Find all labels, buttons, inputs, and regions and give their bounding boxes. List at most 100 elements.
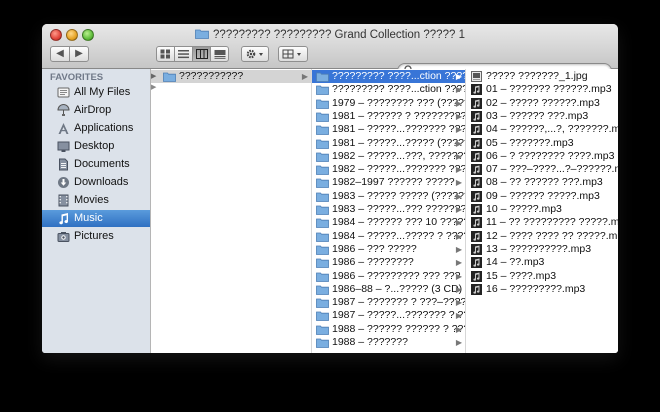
chevron-right-icon: ▶ [455,111,462,121]
list-item-audio-file[interactable]: 04 – ??????,...?, ???????.mp3 [466,123,618,136]
list-item-folder[interactable]: ▶ ??????????? ▶ [151,70,311,83]
folder-icon [316,205,329,215]
folder-icon [316,218,329,229]
icon-view-button[interactable] [156,46,175,62]
list-item-audio-file[interactable]: 14 – ??.mp3 [466,256,618,269]
column-view-button[interactable] [192,46,211,62]
music-icon [59,213,69,225]
applications-icon [58,123,69,134]
list-item-folder[interactable]: 1987 – ??????? ? ???–????? ▶ [312,296,465,309]
list-item-label: 1986 – ????????? ??? ??? [332,269,461,282]
list-item-label: 1986 – ???????? [332,256,414,269]
list-item-folder[interactable]: 1982 – ?????...??????? ???????▶ [312,163,465,176]
action-menu-button[interactable] [241,46,269,62]
back-button[interactable]: ◀ [50,46,70,62]
downloads-icon [58,177,69,188]
sidebar-item-applications[interactable]: Applications [42,120,150,137]
list-item-audio-file[interactable]: 07 – ???–????...?–??????.mp3 [466,163,618,176]
sidebar-item-label: Movies [74,194,109,206]
column-2[interactable]: ????????? ????...ction ????? 1▶?????????… [312,69,466,353]
list-item-folder[interactable]: 1982–1997 ?????? ????? ▶ [312,176,465,189]
list-item-folder[interactable]: 1986 – ????????? ??? ??? ▶ [312,270,465,283]
list-item-folder[interactable]: 1988 – ?????? ?????? ? ?????▶ [312,323,465,336]
sidebar-item-all-my-files[interactable]: All My Files [42,84,150,101]
list-item-audio-file[interactable]: 11 – ?? ????????? ?????.mp3 [466,216,618,229]
list-view-button[interactable] [174,46,193,62]
sidebar-item-label: Desktop [74,140,115,152]
list-item-audio-file[interactable]: 02 – ????? ??????.mp3 [466,97,618,110]
desktop-icon [57,141,70,152]
list-item-audio-file[interactable]: 13 – ??????????.mp3 [466,243,618,256]
list-item-label: 1983 – ?????...??? ?????????? [332,203,466,215]
list-item-folder[interactable]: ????????? ????...ction ????? 2▶ [312,83,465,96]
forward-button[interactable]: ▶ [69,46,89,62]
audio-file-icon [471,270,482,282]
sidebar-item-music[interactable]: Music [42,210,150,227]
all-files-icon [57,87,70,98]
list-item-folder[interactable]: 1981 – ?????? ? ????????????▶ [312,110,465,123]
list-item-folder[interactable]: 1986 – ???????? ▶ [312,256,465,269]
arrange-menu-button[interactable] [278,46,308,62]
icon-view-icon [160,49,170,59]
list-item-label: 09 – ?????? ?????.mp3 [486,189,600,202]
audio-file-icon [471,243,482,255]
list-item-folder[interactable]: 1984 – ?????...????? ? ???????▶ [312,230,465,243]
list-item-audio-file[interactable]: 09 – ?????? ?????.mp3 [466,190,618,203]
list-item-label: 04 – ??????,...?, ???????.mp3 [486,123,618,136]
list-item-audio-file[interactable]: 10 – ?????.mp3 [466,203,618,216]
folder-icon [316,178,329,189]
folder-icon [316,298,329,308]
folder-icon [316,139,329,149]
column-3[interactable]: ????? ???????_1.jpg 01 – ??????? ??????.m… [466,69,618,353]
list-item-label: 16 – ?????????.mp3 [486,282,586,295]
sidebar-item-movies[interactable]: Movies [42,192,150,209]
sidebar-item-downloads[interactable]: Downloads [42,174,150,191]
sidebar-item-label: All My Files [74,86,131,98]
sidebar-item-desktop[interactable]: Desktop [42,138,150,155]
sidebar-item-label: Music [74,212,103,224]
sidebar-item-documents[interactable]: Documents [42,156,150,173]
list-item-folder[interactable]: 1982 – ?????...???, ?????????)▶ [312,150,465,163]
list-item-audio-file[interactable]: 16 – ?????????.mp3 [466,283,618,296]
cover-flow-view-button[interactable] [210,46,229,62]
list-item-label: 06 – ? ???????? ????.mp3 [486,149,615,162]
folder-icon [163,72,176,82]
list-item-audio-file[interactable]: 03 – ?????? ???.mp3 [466,110,618,123]
disclosure-arrow-icon: ▶ [151,73,157,80]
list-item-folder[interactable]: 1986–88 – ?...????? (3 CD) ▶ [312,283,465,296]
chevron-right-icon: ▶ [455,98,462,108]
chevron-right-icon: ▶ [455,138,462,148]
audio-file-icon [471,257,482,269]
list-item-folder[interactable]: 1987 – ?????...??????? ? ????▶ [312,309,465,322]
list-item-folder[interactable]: 1984 – ?????? ??? 10 ?????? ▶ [312,216,465,229]
list-item-folder[interactable]: 1983 – ?????...??? ??????????▶ [312,203,465,216]
airdrop-icon [57,104,70,116]
list-item-audio-file[interactable]: 15 – ????.mp3 [466,270,618,283]
sidebar-item-pictures[interactable]: Pictures [42,228,150,245]
list-item-audio-file[interactable]: 12 – ???? ???? ?? ?????.mp3 [466,230,618,243]
list-item-folder[interactable]: ????????? ????...ction ????? 1▶ [312,70,465,83]
list-item-image-file[interactable]: ????? ???????_1.jpg [466,70,618,83]
list-item-audio-file[interactable]: 08 – ?? ?????? ???.mp3 [466,176,618,189]
sidebar-item-airdrop[interactable]: AirDrop [42,102,150,119]
list-item-label: 07 – ???–????...?–??????.mp3 [486,163,618,176]
folder-icon [316,99,329,109]
list-item-folder[interactable]: 1983 – ????? ????? (??????) ▶ [312,190,465,203]
list-item-folder[interactable]: 1981 – ?????...????? (????? 2)▶ [312,137,465,150]
sidebar-item-label: Documents [74,158,130,170]
list-item-folder[interactable]: 1986 – ??? ????? ▶ [312,243,465,256]
list-item-folder[interactable]: 1988 – ??????? ▶ [312,336,465,349]
list-item-label: 10 – ?????.mp3 [486,203,562,215]
list-item-audio-file[interactable]: 06 – ? ???????? ????.mp3 [466,150,618,163]
list-item-folder[interactable]: 1979 – ???????? ??? (???????)▶ [312,97,465,110]
list-item-folder[interactable]: 1981 – ?????...??????? ???????▶ [312,123,465,136]
cover-flow-icon [214,50,225,59]
folder-icon [316,232,329,242]
list-item-audio-file[interactable]: 01 – ??????? ??????.mp3 [466,83,618,96]
folder-icon [316,85,329,96]
list-item-label: ??????????? [179,70,244,82]
title-bar[interactable]: ????????? ????????? Grand Collection ???… [42,24,618,79]
column-1[interactable]: ▶ ??????????? ▶ ▶ [151,69,312,353]
folder-icon [316,325,329,335]
list-item-audio-file[interactable]: 05 – ???????.mp3 [466,137,618,150]
